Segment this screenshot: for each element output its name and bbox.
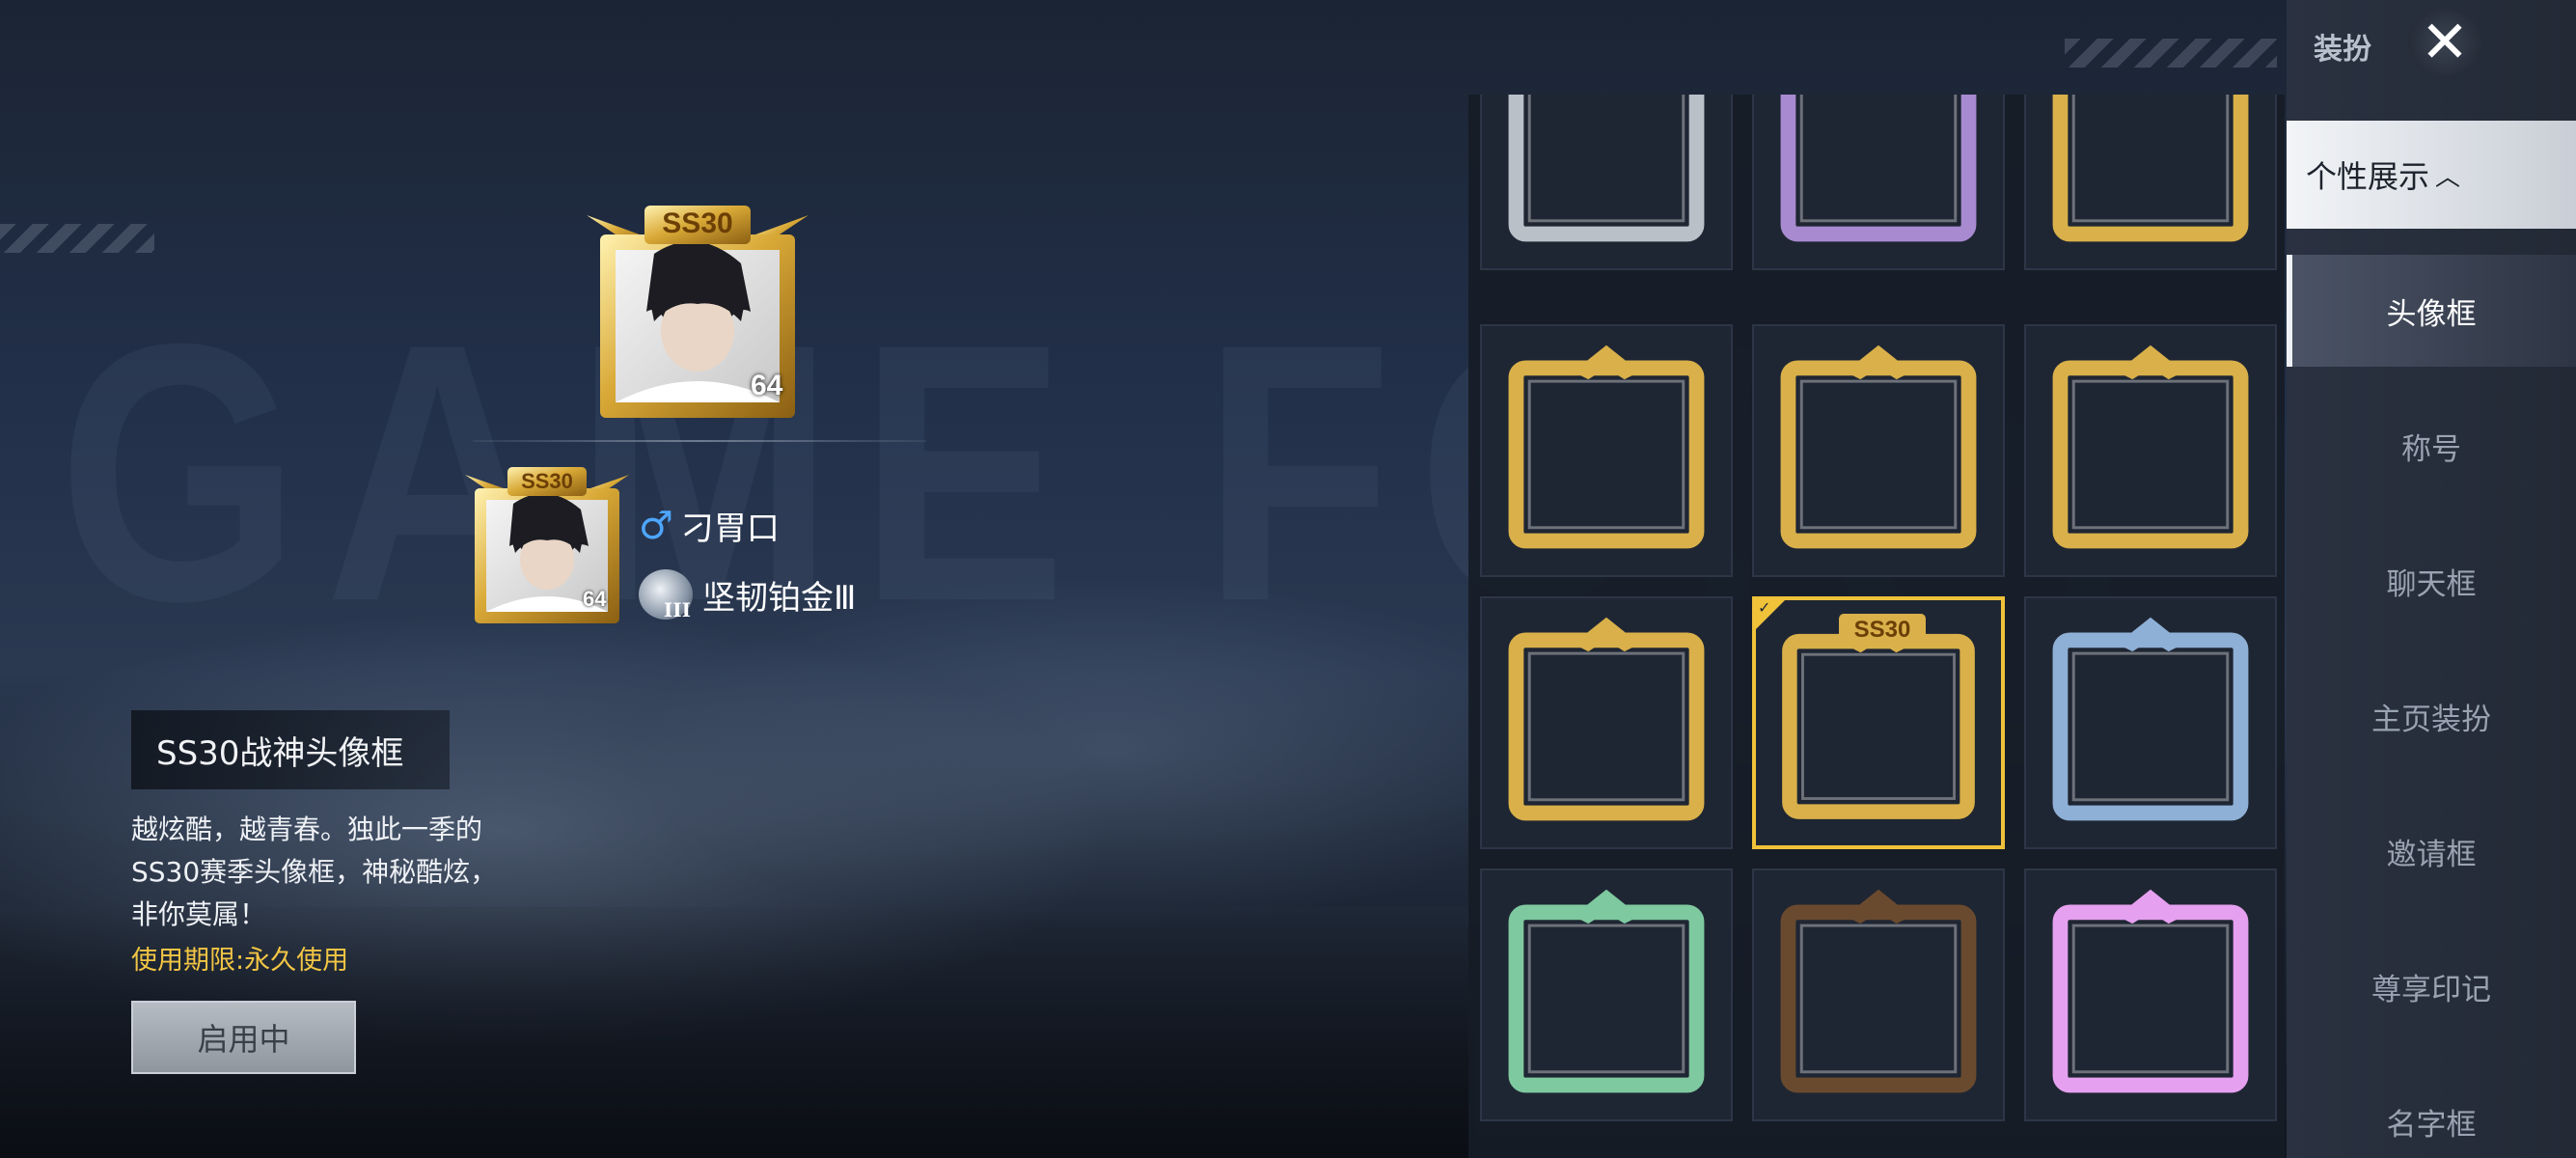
frame-badge: SS30 [662,207,733,239]
sidebar-item-title[interactable]: 称号 [2287,390,2576,502]
player-rank-row: III 坚韧铂金Ⅲ [639,569,857,621]
rank-label: 坚韧铂金Ⅲ [702,578,857,618]
sidebar-item-exclusive-mark[interactable]: 尊享印记 [2287,930,2576,1042]
neon-pink-frame-icon [2052,889,2249,1093]
sidebar-item-label: 名字框 [2386,1107,2477,1143]
hazard-stripe [2065,39,2277,68]
gold-frame-cell[interactable] [2024,95,2277,270]
gold-wing-frame-2-cell[interactable] [1480,596,1733,849]
floral-frame-icon [1508,889,1705,1093]
avatar-preview-large: SS30 64 [587,196,808,423]
sidebar-item-label: 尊享印记 [2371,972,2491,1007]
frame-grid: SS30 [1468,95,2285,1158]
sidebar-item-label: 头像框 [2386,296,2477,332]
level-badge: 64 [583,587,607,611]
gold-frame-icon [2052,95,2249,242]
gold-wing-frame-icon [2052,345,2249,549]
sidebar-title: 装扮 [2314,33,2371,67]
silver-frame-icon [1508,95,1705,242]
male-icon: ♂ [639,503,673,548]
forest-frame-cell[interactable] [1752,868,2005,1121]
frame-badge: SS30 [1839,614,1926,647]
gold-wing-frame-2-icon [1508,617,1705,821]
silver-frame-cell[interactable] [1480,95,1733,270]
gold-crown-frame-icon [1780,345,1977,549]
close-button[interactable]: ✕ [2408,10,2481,75]
ss30-frame-cell[interactable]: SS30 [1752,596,2005,849]
sidebar-item-label: 聊天框 [2386,566,2477,602]
gold-crown-frame-cell[interactable] [1752,324,2005,577]
player-name-row: ♂ 刁胃口 [639,502,780,549]
hazard-stripe [0,224,154,253]
sidebar: 装扮 ✕ 个性展示 ︿ 头像框 称号 聊天框 主页装扮 邀请框 尊享印记 名字框 [2287,0,2576,1158]
gold-star-frame-icon [1508,345,1705,549]
item-expiry: 使用期限:永久使用 [131,946,349,976]
sidebar-item-name-frame[interactable]: 名字框 [2287,1065,2576,1158]
item-title: SS30战神头像框 [131,710,450,789]
sidebar-item-label: 主页装扮 [2371,702,2491,737]
level-badge: 64 [751,370,783,401]
forest-frame-icon [1780,889,1977,1093]
avatar-preview-small: SS30 64 [465,461,629,625]
frame-badge: SS30 [521,469,573,493]
section-label: 个性展示 [2306,158,2430,195]
chevron-up-icon: ︿ [2435,162,2461,192]
close-icon: ✕ [2420,9,2470,76]
in-use-button[interactable]: 启用中 [131,1001,356,1074]
selected-check-icon [1756,598,1785,629]
neon-pink-frame-cell[interactable] [2024,868,2277,1121]
gold-wing-frame-cell[interactable] [2024,324,2277,577]
player-name: 刁胃口 [680,510,780,548]
dog-bow-frame-cell[interactable] [2024,596,2277,849]
sidebar-item-label: 邀请框 [2386,837,2477,872]
gold-star-frame-cell[interactable] [1480,324,1733,577]
sidebar-header: 装扮 ✕ [2287,0,2576,87]
purple-frame-cell[interactable] [1752,95,2005,270]
sidebar-item-label: 称号 [2401,431,2461,467]
sidebar-item-homepage-decor[interactable]: 主页装扮 [2287,660,2576,772]
section-personal-display[interactable]: 个性展示 ︿ [2287,121,2576,229]
platinum-rank-icon: III [639,569,693,621]
divider [473,440,926,442]
floral-frame-cell[interactable] [1480,868,1733,1121]
purple-frame-icon [1780,95,1977,242]
dog-bow-frame-icon [2052,617,2249,821]
item-description: 越炫酷，越青春。独此一季的SS30赛季头像框，神秘酷炫，非你莫属！ [131,813,498,930]
sidebar-item-avatar-frame[interactable]: 头像框 [2287,255,2576,367]
sidebar-item-chat-frame[interactable]: 聊天框 [2287,525,2576,637]
sidebar-item-invite-frame[interactable]: 邀请框 [2287,795,2576,907]
